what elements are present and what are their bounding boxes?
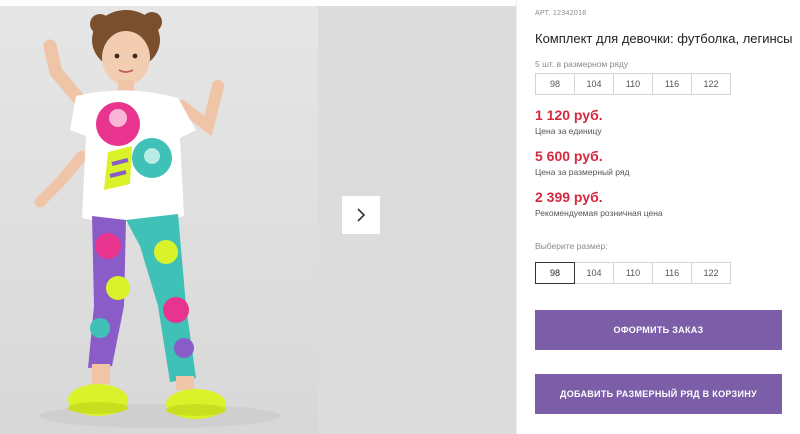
size-row-item: 122 bbox=[691, 73, 731, 95]
chevron-right-icon bbox=[357, 208, 366, 222]
retail-price: 2 399 руб. bbox=[535, 189, 603, 205]
size-row-list: 98 104 110 116 122 bbox=[535, 73, 731, 95]
size-row-item: 104 bbox=[574, 73, 614, 95]
size-option-110[interactable]: 110 bbox=[613, 262, 653, 284]
size-option-104[interactable]: 104 bbox=[574, 262, 614, 284]
retail-price-caption: Рекомендуемая розничная цена bbox=[535, 208, 663, 218]
size-option-122[interactable]: 122 bbox=[691, 262, 731, 284]
size-row-item: 98 bbox=[535, 73, 575, 95]
column-divider bbox=[516, 0, 517, 434]
article-label: АРТ. bbox=[535, 10, 551, 17]
size-selector: 98 104 110 116 122 bbox=[535, 262, 731, 284]
size-row-item: 110 bbox=[613, 73, 653, 95]
size-row-price-caption: Цена за размерный ряд bbox=[535, 167, 630, 177]
article-value: 12342018 bbox=[552, 10, 587, 17]
place-order-button[interactable]: ОФОРМИТЬ ЗАКАЗ bbox=[535, 310, 782, 350]
size-row-item: 116 bbox=[652, 73, 692, 95]
size-row-hint: 5 шт. в размерном ряду bbox=[535, 59, 629, 69]
gallery-next-button[interactable] bbox=[342, 196, 380, 234]
article-number: АРТ. 12342018 bbox=[535, 10, 586, 17]
product-photo-main[interactable] bbox=[0, 6, 318, 434]
unit-price: 1 120 руб. bbox=[535, 107, 603, 123]
unit-price-caption: Цена за единицу bbox=[535, 126, 602, 136]
girl-illustration bbox=[34, 10, 280, 428]
add-size-row-to-cart-button[interactable]: ДОБАВИТЬ РАЗМЕРНЫЙ РЯД В КОРЗИНУ bbox=[535, 374, 782, 414]
product-title: Комплект для девочки: футболка, легинсы bbox=[535, 31, 793, 46]
size-select-label: Выберите размер: bbox=[535, 241, 608, 251]
size-option-116[interactable]: 116 bbox=[652, 262, 692, 284]
size-row-price: 5 600 руб. bbox=[535, 148, 603, 164]
size-option-98[interactable]: 98 bbox=[535, 262, 575, 284]
